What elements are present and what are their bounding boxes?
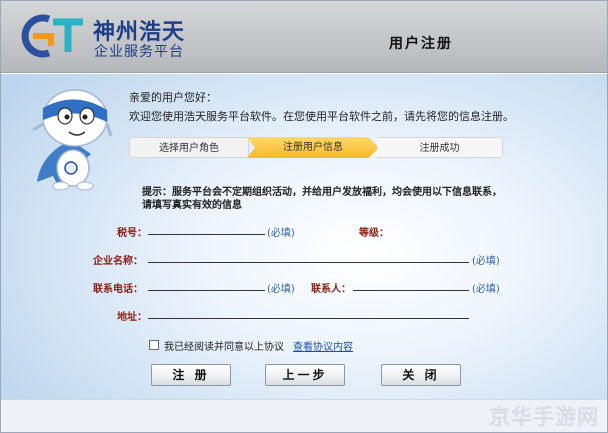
tax-number-label: 税号： bbox=[117, 228, 147, 239]
page-title: 用户注册 bbox=[389, 36, 453, 52]
brand-subtitle: 企业服务平台 bbox=[94, 44, 184, 60]
view-agreement-link[interactable]: 查看协议内容 bbox=[293, 338, 353, 353]
step-register-info: 注册用户信息 bbox=[247, 137, 379, 158]
company-name-required: (必填) bbox=[472, 256, 500, 267]
register-button[interactable]: 注 册 bbox=[151, 364, 231, 386]
mascot-icon bbox=[32, 89, 113, 191]
tax-number-input[interactable] bbox=[148, 223, 265, 235]
greeting-text: 亲爱的用户您好： bbox=[129, 91, 217, 104]
notice-line-1: 提示：服务平台会不定期组织活动，并给用户发放福利，均会使用以下信息联系， bbox=[142, 187, 502, 198]
level-label: 等级： bbox=[359, 228, 389, 239]
address-input[interactable] bbox=[148, 307, 469, 319]
contact-required: (必填) bbox=[472, 284, 500, 295]
step-select-role: 选择用户角色 bbox=[129, 137, 249, 158]
header-bar: 神州浩天 企业服务平台 用户注册 bbox=[1, 1, 607, 73]
phone-required: (必填) bbox=[267, 284, 295, 295]
step-indicator: 选择用户角色 注册用户信息 注册成功 bbox=[129, 137, 503, 158]
contact-input[interactable] bbox=[353, 279, 469, 291]
company-name-input[interactable] bbox=[148, 251, 469, 263]
welcome-text: 欢迎您使用浩天服务平台软件。在您使用平台软件之前，请先将您的信息注册。 bbox=[129, 110, 514, 123]
close-button[interactable]: 关 闭 bbox=[381, 364, 461, 386]
notice-line-2: 请填写真实有效的信息 bbox=[142, 200, 242, 211]
phone-input[interactable] bbox=[148, 279, 265, 291]
notice-text: 提示：服务平台会不定期组织活动，并给用户发放福利，均会使用以下信息联系， 请填写… bbox=[142, 186, 502, 212]
phone-label: 联系电话： bbox=[93, 284, 143, 295]
step-register-success: 注册成功 bbox=[377, 137, 503, 158]
agreement-checkbox[interactable] bbox=[149, 340, 159, 350]
address-label: 地址： bbox=[117, 312, 147, 323]
contact-label: 联系人： bbox=[311, 284, 351, 295]
back-button[interactable]: 上一步 bbox=[265, 364, 345, 386]
tax-number-required: (必填) bbox=[267, 228, 295, 239]
company-name-label: 企业名称： bbox=[93, 256, 143, 267]
brand-logo-icon bbox=[21, 14, 83, 58]
agreement-checkbox-row[interactable]: 我已经阅读并同意以上协议 bbox=[149, 338, 284, 353]
registration-window: 神州浩天 企业服务平台 用户注册 亲爱的用户您好： 欢迎您使用浩天服务平台软件。… bbox=[0, 0, 608, 433]
agreement-checkbox-label: 我已经阅读并同意以上协议 bbox=[164, 341, 284, 353]
content-area: 亲爱的用户您好： 欢迎您使用浩天服务平台软件。在您使用平台软件之前，请先将您的信… bbox=[1, 74, 607, 399]
watermark-text: 京华手游网 bbox=[489, 405, 599, 429]
